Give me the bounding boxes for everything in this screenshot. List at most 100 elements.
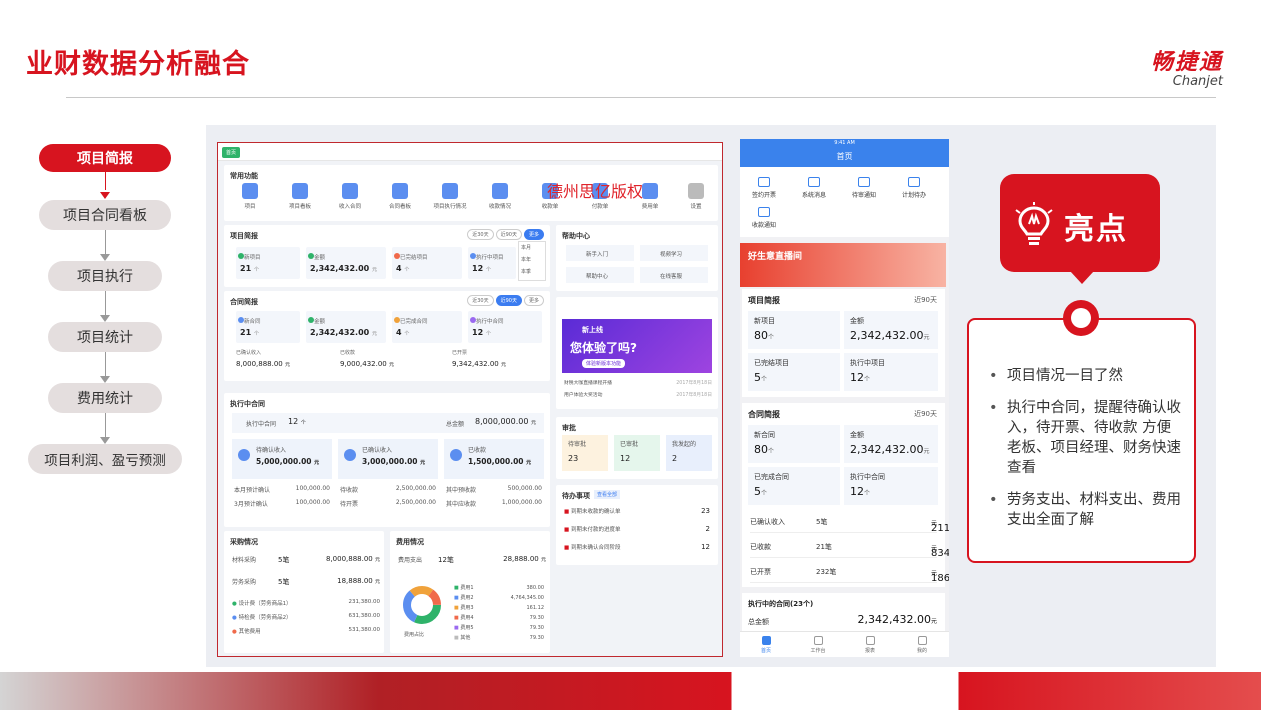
highlight-item: 劳务支出、材料支出、费用支出全面了解 [989, 490, 1182, 530]
legend-item: ■ 其他 79.30 [454, 635, 544, 641]
expense-card: 费用情况 费用支出 12笔 28,888.00 元 费用占比 ■ 费用1 380.00… [390, 531, 550, 653]
func-project[interactable]: 项目 [230, 183, 270, 210]
exec-icon [442, 183, 458, 199]
common-functions-card: 常用功能 项目 项目看板 收入合同 合同看板 项目执行情况 收款情况 收款单 付… [224, 165, 718, 221]
range-switch: 近30天 近90天 更多 [465, 229, 544, 240]
flow-item-project-exec[interactable]: 项目执行 [48, 261, 162, 291]
help-beginner[interactable]: 新手入门 [566, 245, 634, 261]
tab-workbench[interactable]: 工作台 [798, 636, 838, 654]
flow-connector [105, 230, 106, 257]
flow-arrow [100, 437, 110, 444]
quick-plan[interactable]: 计划待办 [894, 177, 934, 199]
expense-title: 费用情况 [396, 538, 424, 546]
help-video[interactable]: 视频学习 [640, 245, 708, 261]
tab-home[interactable]: 首页 [222, 147, 241, 158]
dropdown-option[interactable]: 本年 [521, 256, 543, 263]
help-center-card: 帮助中心 新手入门 视频学习 帮助中心 在线客服 [556, 225, 718, 291]
stat-finished-contracts: 已完成合同 4 个 [392, 311, 462, 343]
stat-amount: 金额 2,342,432.00 元 [306, 247, 386, 279]
approval-pending[interactable]: 待审批 23 [562, 435, 608, 471]
stat-running-projects: 执行中项目 12 个 [468, 247, 516, 279]
promo-banner[interactable]: 新上线 您体验了吗? 体验新版本功能 [562, 319, 712, 373]
todo-view-all[interactable]: 查看全部 [594, 490, 621, 499]
dropdown-option[interactable]: 本月 [521, 244, 543, 251]
logo-cn: 畅捷通 [1150, 50, 1223, 75]
func-contract-board[interactable]: 合同看板 [380, 183, 420, 210]
title-divider [66, 97, 1216, 98]
help-service[interactable]: 在线客服 [640, 267, 708, 283]
flow-item-project-stats[interactable]: 项目统计 [48, 322, 162, 352]
stat-new-contracts: 新合同 21 个 [236, 311, 300, 343]
flow-connector [105, 413, 106, 440]
help-center[interactable]: 帮助中心 [566, 267, 634, 283]
badge-pointer [1070, 271, 1094, 284]
approval-icon [858, 177, 870, 187]
func-project-board[interactable]: 项目看板 [280, 183, 320, 210]
approval-done[interactable]: 已审批 12 [614, 435, 660, 471]
func-receipt-status[interactable]: 收款情况 [480, 183, 520, 210]
desktop-tab-bar: 首页 [218, 143, 722, 161]
contract-row: 已收款21笔834.23元 [750, 536, 949, 559]
range-30[interactable]: 近30天 [467, 229, 494, 240]
contract-brief-title: 合同简报 [230, 298, 258, 306]
highlight-item: 执行中合同，提醒待确认收入，待开票、待收款 方便 老板、项目经理、财务快速查看 [989, 398, 1182, 478]
stat-running-contracts: 执行中合同 12 个 [468, 311, 542, 343]
highlight-connector-ring [1063, 300, 1099, 336]
flow-connector [105, 172, 106, 190]
quick-system-msg[interactable]: 系统消息 [794, 177, 834, 199]
range-select[interactable]: 近90天 [914, 409, 937, 419]
quick-sign-invoice[interactable]: 签约开票 [744, 177, 784, 199]
speaker-icon [808, 177, 820, 187]
flow-connector [105, 352, 106, 379]
exec-box-confirmed: 已确认收入 3,000,000.00 元 待收款 2,500,000.00 待开票 2… [338, 439, 438, 521]
highlight-badge: 亮点 [1000, 174, 1160, 284]
chart-icon [865, 636, 875, 645]
range-more[interactable]: 更多 [523, 229, 544, 240]
flow-connector [105, 291, 106, 318]
range-dropdown[interactable]: 本月 本年 本季 [518, 241, 546, 281]
news-item[interactable]: 财税大咖直播课程开播 2017年8月18日 [564, 379, 712, 386]
approval-mine[interactable]: 我发起的 2 [666, 435, 712, 471]
mobile-banner[interactable]: 好生意直播间 [740, 243, 946, 287]
mobile-tabbar: 首页 工作台 报表 我的 [740, 631, 949, 657]
flow-item-profit-forecast[interactable]: 项目利润、盈亏预测 [28, 444, 182, 474]
range-90[interactable]: 近90天 [495, 229, 522, 240]
legend-item: ■ 费用1 380.00 [454, 585, 544, 591]
promo-card: 新上线 您体验了吗? 体验新版本功能 财税大咖直播课程开播 2017年8月18日 … [556, 297, 718, 409]
func-settings[interactable]: 设置 [676, 183, 716, 210]
project-brief-card: 项目简报 近30天 近90天 更多 新项目 21 个 金额 2,342,432.00 元… [224, 225, 550, 287]
mobile-contract-brief: 合同简报 近90天 新合同 80个 金额 2,342,432.00元 已完成合同 5个 … [742, 403, 949, 587]
exec-summary: 执行中合同 12 个 总金额 8,000,000.00 元 [232, 413, 544, 433]
legend-item: ■ 费用4 79.30 [454, 615, 544, 621]
dropdown-option[interactable]: 本季 [521, 268, 543, 275]
approval-title: 审批 [562, 424, 576, 432]
todo-title: 待办事项 [562, 492, 590, 500]
func-income-contract[interactable]: 收入合同 [330, 183, 370, 210]
tab-reports[interactable]: 报表 [850, 636, 890, 654]
exec-title: 执行中合同 [230, 400, 265, 408]
tab-home[interactable]: 首页 [746, 636, 786, 654]
page-title: 业财数据分析融合 [26, 49, 250, 80]
flow-item-expense-stats[interactable]: 费用统计 [48, 383, 162, 413]
mobile-app: 9:41 AM 首页 签约开票 系统消息 待审通知 计划待办 收款通知 好生意直… [740, 139, 949, 657]
receipt-icon [758, 207, 770, 217]
flow-item-project-brief[interactable]: 项目简报 [39, 144, 171, 172]
flow-arrow [100, 254, 110, 261]
func-project-exec[interactable]: 项目执行情况 [430, 183, 470, 210]
range-select[interactable]: 近90天 [914, 295, 937, 305]
flow-item-contract-board[interactable]: 项目合同看板 [39, 200, 171, 230]
todo-item[interactable]: ■ 到期未付款的进度单 2 [564, 525, 710, 533]
todo-item[interactable]: ■ 到期未收款的确认单 23 [564, 507, 710, 515]
contract-row: 已确认收入5笔2113.00元 [750, 511, 949, 534]
grid-icon [813, 636, 823, 645]
mobile-title: 首页 [836, 152, 853, 161]
quick-approval[interactable]: 待审通知 [844, 177, 884, 199]
news-item[interactable]: 用户体验大奖活动 2017年8月18日 [564, 391, 712, 398]
todo-item[interactable]: ■ 到期未确认合同阶段 12 [564, 543, 710, 551]
receipt-icon [492, 183, 508, 199]
gear-icon [688, 183, 704, 199]
status-time: 9:41 AM [834, 140, 855, 146]
flow-arrow [100, 315, 110, 322]
quick-receipt[interactable]: 收款通知 [744, 207, 784, 229]
tab-mine[interactable]: 我的 [902, 636, 942, 654]
